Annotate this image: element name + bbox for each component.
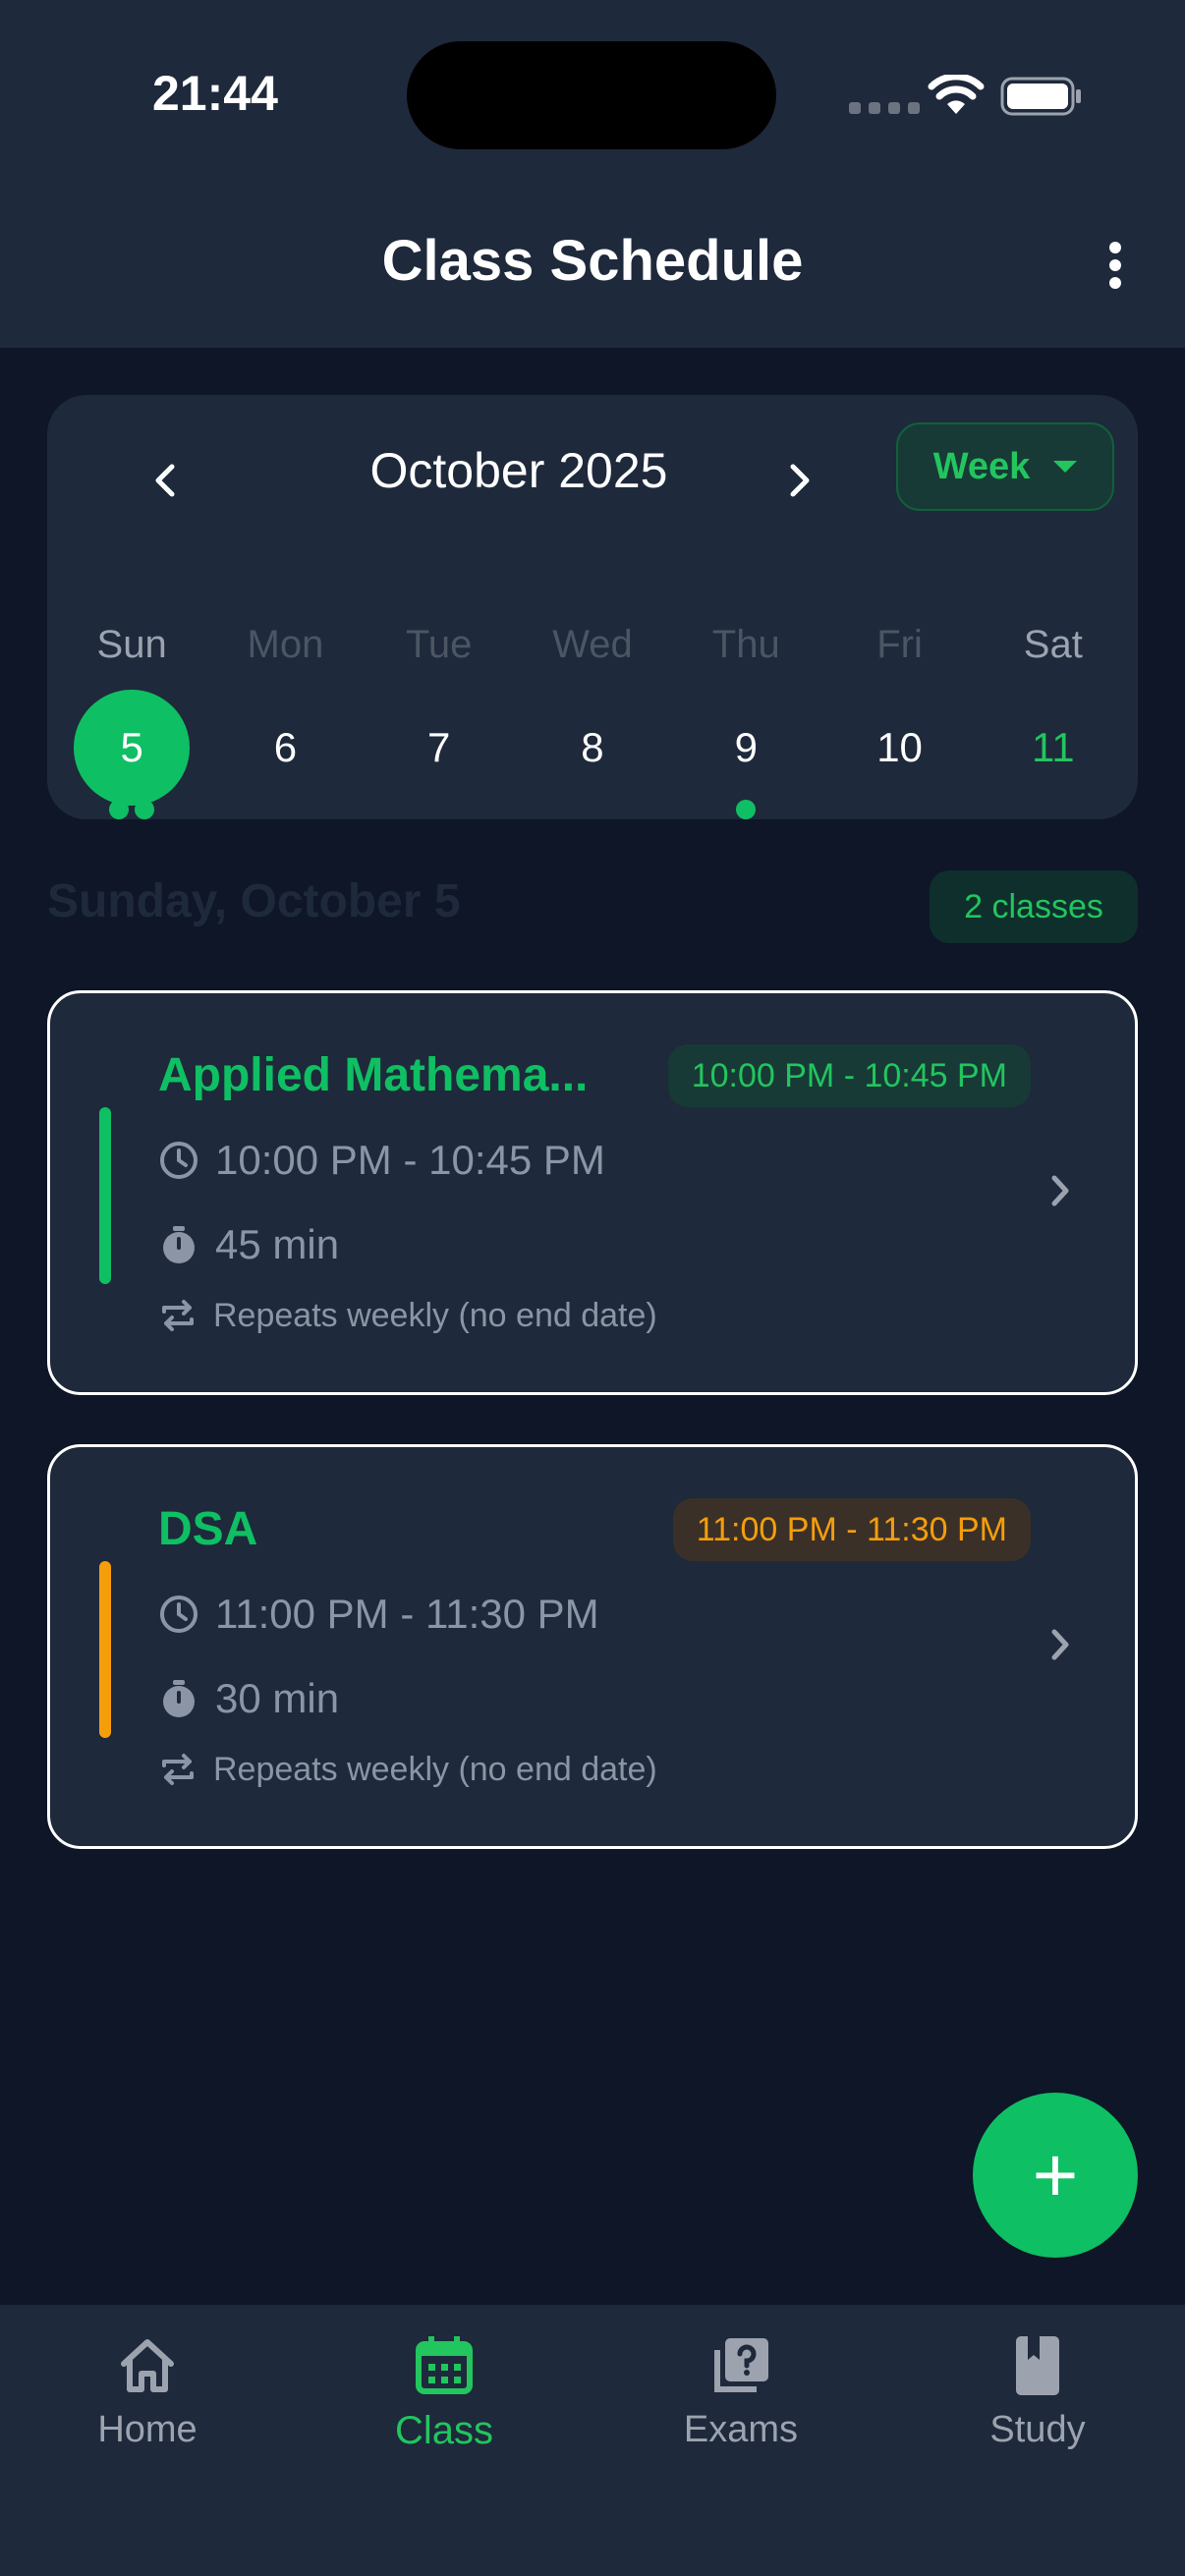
chevron-right-icon [790, 464, 810, 497]
bottom-navigation: Home Class Exams Study [0, 2305, 1185, 2576]
repeat-icon [162, 1300, 194, 1331]
weekday-header: Sun Mon Tue Wed Thu Fri Sat [47, 623, 1138, 667]
day-cell[interactable]: 7 [363, 690, 516, 806]
day-cell-selected[interactable]: 5 [55, 690, 208, 819]
class-count-badge: 2 classes [930, 870, 1138, 943]
view-mode-label: Week [932, 445, 1031, 487]
class-title: Applied Mathema... [158, 1049, 589, 1101]
repeat-icon [162, 1754, 194, 1785]
day-number: 10 [876, 724, 923, 770]
timer-icon [163, 1680, 195, 1717]
status-time: 21:44 [152, 66, 278, 121]
nav-label: Study [989, 2409, 1086, 2450]
page-title: Class Schedule [381, 229, 804, 293]
duration-row: 30 min [158, 1675, 339, 1722]
question-icon [714, 2338, 768, 2392]
battery-icon [1000, 77, 1081, 116]
clock-icon [160, 1142, 198, 1179]
book-icon [1016, 2336, 1059, 2395]
event-dots [669, 800, 822, 819]
time-row: 11:00 PM - 11:30 PM [158, 1591, 599, 1638]
weekday-label: Thu [711, 623, 780, 666]
day-cell-today[interactable]: 11 [977, 690, 1130, 806]
class-repeat: Repeats weekly (no end date) [213, 1296, 657, 1334]
repeat-row: Repeats weekly (no end date) [158, 1296, 657, 1335]
week-days: 5 6 7 8 9 10 11 [47, 690, 1138, 819]
selected-date-heading: Sunday, October 5 [47, 875, 461, 927]
next-month-button[interactable] [770, 446, 829, 515]
nav-label: Exams [683, 2409, 799, 2450]
nav-exams[interactable]: Exams [623, 2334, 859, 2451]
week-calendar: October 2025 Week Sun Mon Tue Wed Thu Fr… [47, 395, 1138, 819]
nav-label: Home [97, 2409, 198, 2450]
weekday-label: Sun [96, 623, 167, 666]
time-badge: 10:00 PM - 10:45 PM [667, 1044, 1031, 1107]
caret-down-icon [1053, 461, 1078, 473]
weekday-label: Sat [1023, 623, 1083, 666]
accent-bar [99, 1561, 111, 1738]
class-title: DSA [158, 1503, 258, 1555]
top-bar: 21:44 Class Schedule [0, 0, 1185, 348]
day-number: 7 [427, 724, 451, 770]
day-cell[interactable]: 8 [516, 690, 669, 806]
accent-bar [99, 1107, 111, 1284]
previous-month-button[interactable] [136, 446, 195, 515]
day-number: 5 [74, 690, 191, 806]
time-badge: 11:00 PM - 11:30 PM [672, 1498, 1031, 1561]
nav-label: Class [394, 2409, 494, 2452]
class-time: 10:00 PM - 10:45 PM [215, 1137, 605, 1183]
nav-study[interactable]: Study [920, 2334, 1156, 2451]
nav-home[interactable]: Home [29, 2334, 265, 2451]
dynamic-island [407, 41, 776, 149]
day-number: 6 [273, 724, 298, 770]
class-repeat: Repeats weekly (no end date) [213, 1750, 657, 1788]
chevron-right-icon [1051, 1629, 1069, 1660]
day-number: 8 [581, 724, 604, 770]
more-icon [1109, 242, 1121, 253]
event-dots [55, 800, 208, 819]
repeat-row: Repeats weekly (no end date) [158, 1750, 657, 1789]
chevron-left-icon [155, 464, 175, 497]
class-card[interactable]: DSA 11:00 PM - 11:30 PM 11:00 PM - 11:30… [47, 1444, 1138, 1849]
add-class-button[interactable]: + [973, 2093, 1138, 2258]
wifi-icon [928, 75, 985, 114]
nav-class[interactable]: Class [326, 2334, 562, 2453]
duration-row: 45 min [158, 1221, 339, 1268]
chevron-right-icon [1051, 1175, 1069, 1206]
timer-icon [163, 1226, 195, 1263]
weekday-label: Fri [876, 623, 923, 666]
more-options-button[interactable] [1091, 236, 1140, 295]
day-cell[interactable]: 10 [822, 690, 976, 806]
month-label: October 2025 [369, 443, 668, 498]
signal-icon [849, 102, 920, 114]
day-cell[interactable]: 9 [669, 690, 822, 819]
class-duration: 45 min [215, 1221, 340, 1267]
day-number: 9 [734, 724, 758, 770]
weekday-label: Tue [405, 623, 473, 666]
class-card[interactable]: Applied Mathema... 10:00 PM - 10:45 PM 1… [47, 990, 1138, 1395]
day-number: 11 [1032, 724, 1075, 770]
home-icon [121, 2339, 174, 2392]
weekday-label: Wed [552, 623, 633, 666]
class-duration: 30 min [215, 1675, 340, 1721]
view-mode-dropdown[interactable]: Week [896, 422, 1114, 511]
class-time: 11:00 PM - 11:30 PM [215, 1591, 599, 1637]
day-cell[interactable]: 6 [208, 690, 362, 806]
weekday-label: Mon [247, 623, 324, 666]
clock-icon [160, 1596, 198, 1633]
time-row: 10:00 PM - 10:45 PM [158, 1137, 605, 1184]
calendar-icon [416, 2336, 473, 2394]
plus-icon: + [1032, 2131, 1079, 2218]
